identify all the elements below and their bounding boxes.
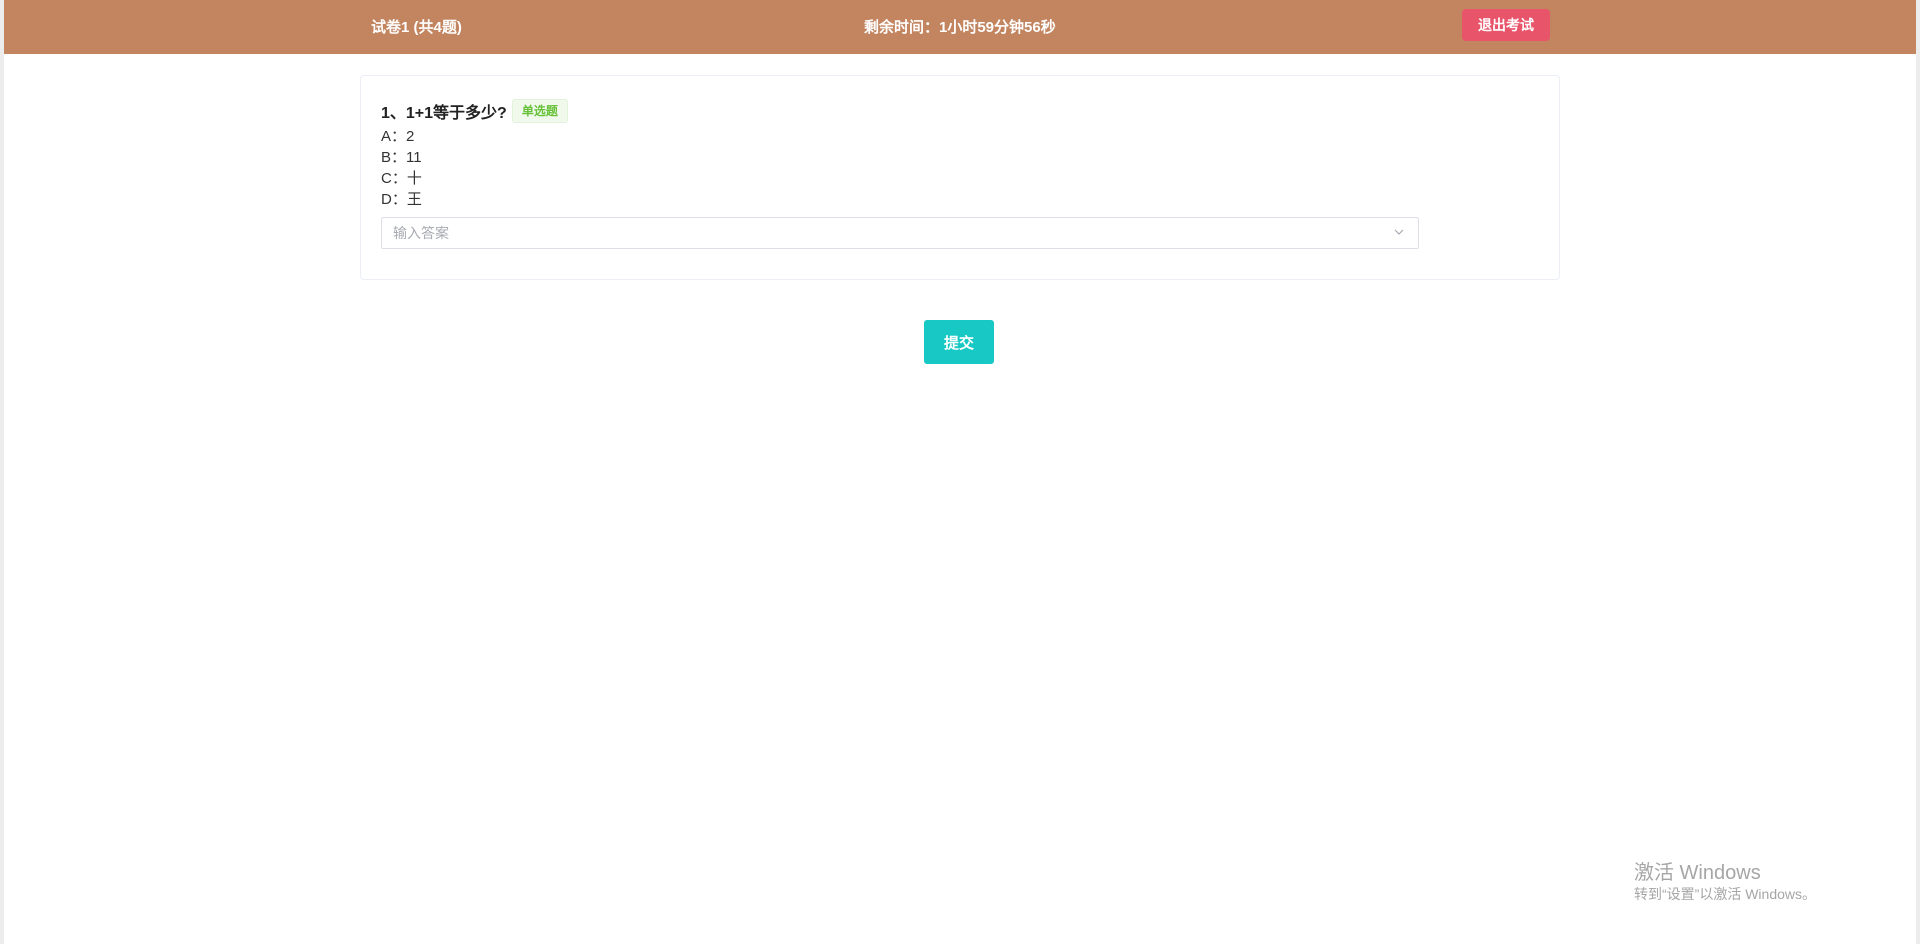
option-a: A：2 [381,128,415,145]
windows-activation-title: 激活 Windows [1634,862,1761,884]
option-d: D：王 [381,191,422,208]
chevron-down-icon[interactable] [1394,227,1404,237]
submit-button[interactable]: 提交 [924,320,994,364]
top-bar: 试卷1 (共4题) 剩余时间：1小时59分钟56秒 退出考试 [4,0,1916,54]
question-type-tag: 单选题 [511,99,568,123]
question-card: 1、1+1等于多少? 单选题 A：2 B：11 C：十 D：王 [360,75,1560,280]
paper-title: 试卷1 (共4题) [371,19,462,36]
option-c: C：十 [381,170,422,187]
answer-input[interactable] [382,218,1373,248]
exit-exam-button[interactable]: 退出考试 [1462,9,1550,41]
question-header: 1、1+1等于多少? 单选题 [381,99,568,123]
exam-page: 试卷1 (共4题) 剩余时间：1小时59分钟56秒 退出考试 1、1+1等于多少… [0,0,1920,944]
answer-select[interactable] [381,217,1419,249]
remaining-time: 剩余时间：1小时59分钟56秒 [864,19,1056,36]
option-list: A：2 B：11 C：十 D：王 [381,126,422,210]
question-title: 1、1+1等于多少? [381,105,507,122]
windows-activation-subtitle: 转到“设置”以激活 Windows。 [1634,886,1817,902]
option-b: B：11 [381,149,422,166]
